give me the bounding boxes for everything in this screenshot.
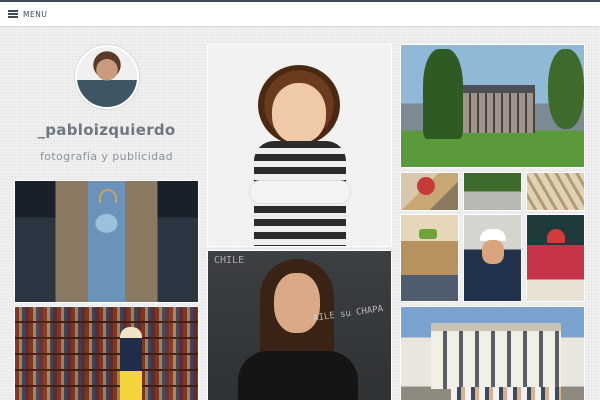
menu-button[interactable]: MENU xyxy=(8,10,47,19)
photo-suit-jacket[interactable] xyxy=(14,180,199,303)
thumb-trees[interactable] xyxy=(463,172,522,211)
facade-shape xyxy=(431,323,561,389)
profile-card: _pabloizquierdo fotografía y publicidad xyxy=(14,40,199,175)
top-bar: MENU xyxy=(0,0,600,26)
photo-woman-chalkboard[interactable]: CHILE AILE su CHAPA xyxy=(207,250,392,400)
building-shape xyxy=(463,93,535,133)
photo-child-portrait[interactable] xyxy=(207,44,392,247)
person-figure-shape xyxy=(120,327,142,400)
profile-tagline: fotografía y publicidad xyxy=(39,150,174,163)
crowd-shape xyxy=(451,387,561,400)
hamburger-icon xyxy=(8,10,18,18)
bookshelves-shape xyxy=(15,307,198,400)
thumb-worker-white-helmet[interactable] xyxy=(463,214,522,302)
photo-castle-gardens[interactable] xyxy=(400,44,585,168)
gallery-column-1: _pabloizquierdo fotografía y publicidad xyxy=(14,40,199,400)
photo-library-scene[interactable] xyxy=(14,306,199,400)
thumb-worker-red-shirt[interactable] xyxy=(526,214,585,302)
tree-shape-2 xyxy=(548,49,584,129)
woman-body-shape xyxy=(238,351,358,400)
hanger-shape xyxy=(99,189,117,203)
child-arms-shape xyxy=(250,181,350,203)
chalk-text-corner: CHILE xyxy=(214,255,245,266)
child-face-shape xyxy=(272,83,326,143)
thumb-worker-tools[interactable] xyxy=(400,214,459,302)
profile-username[interactable]: _pabloizquierdo xyxy=(14,121,199,139)
woman-face-shape xyxy=(274,273,320,333)
thumb-wood-texture[interactable] xyxy=(526,172,585,211)
thumb-worker-red-helmet[interactable] xyxy=(400,172,459,211)
photo-building-group[interactable] xyxy=(400,306,585,400)
avatar[interactable] xyxy=(74,45,139,109)
tree-shape xyxy=(423,49,463,139)
menu-label: MENU xyxy=(23,9,48,19)
